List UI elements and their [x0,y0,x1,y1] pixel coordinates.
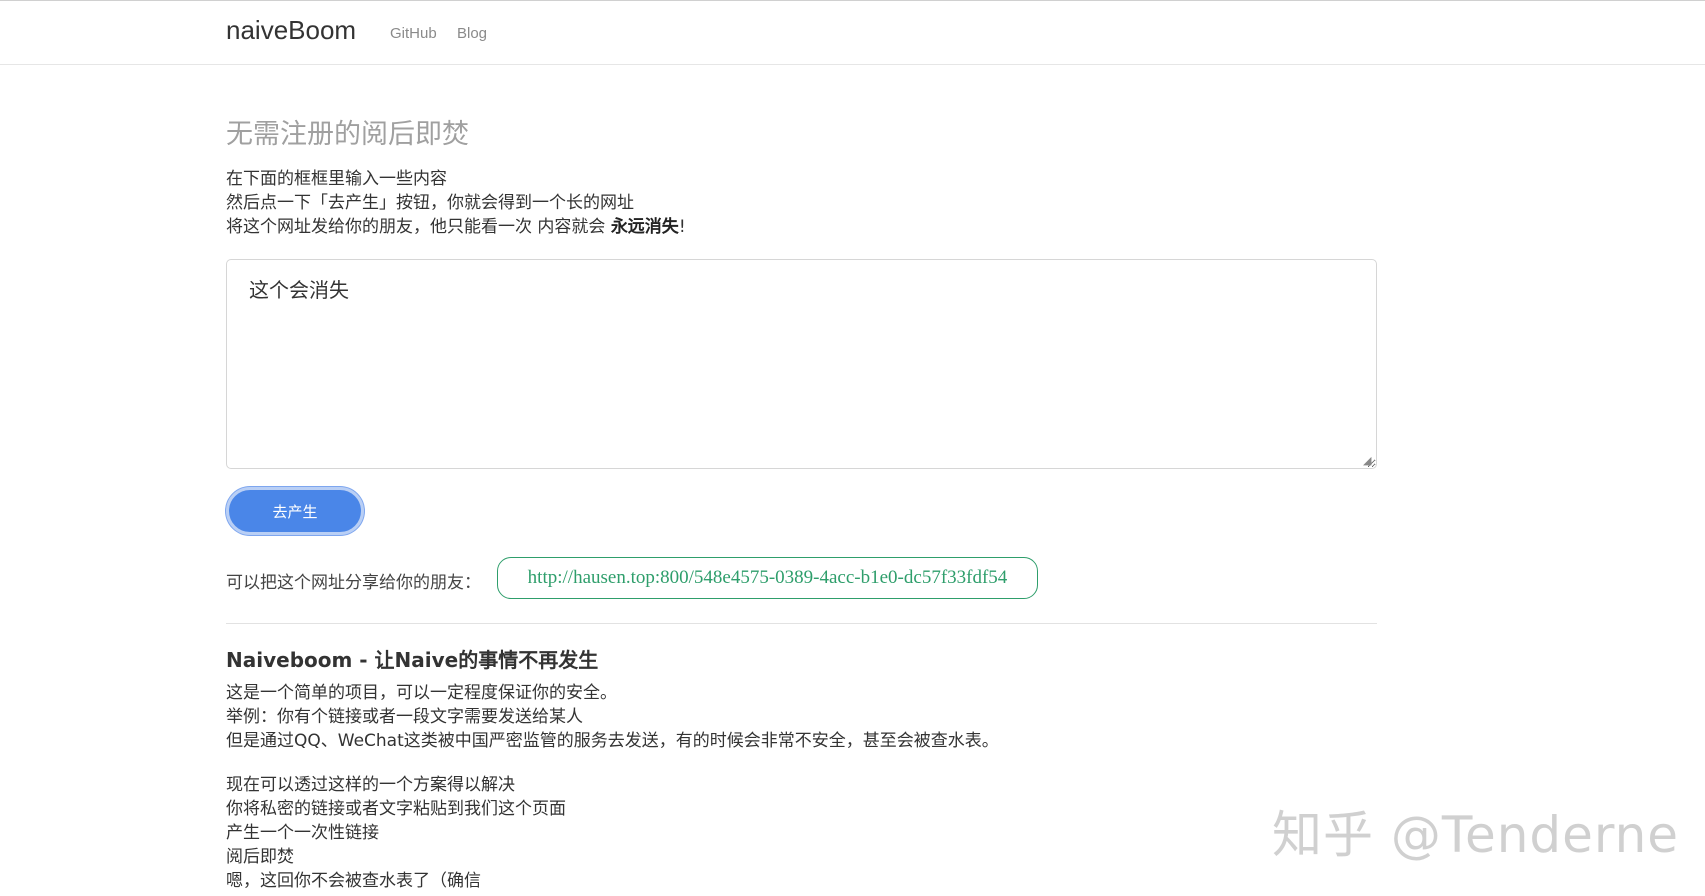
generate-button[interactable]: 去产生 [226,487,364,535]
zhihu-watermark: 知乎 @Tenderne [1272,806,1680,864]
about-line: 举例：你有个链接或者一段文字需要发送给某人 [226,707,583,727]
intro-line: 将这个网址发给你的朋友，他只能看一次 内容就会 永远消失! [226,215,686,239]
top-navbar: naiveBoom GitHub Blog [0,0,1705,65]
nav-link-github[interactable]: GitHub [390,25,437,42]
intro-line-suffix: ! [678,217,686,237]
brand-logo[interactable]: naiveBoom [226,15,356,46]
intro-line: 然后点一下「去产生」按钮，你就会得到一个长的网址 [226,193,634,213]
about-line: 产生一个一次性链接 [226,823,379,843]
section-divider [226,623,1377,624]
about-line: 你将私密的链接或者文字粘贴到我们这个页面 [226,799,566,819]
about-line: 嗯，这回你不会被查水表了（确信 [226,871,481,891]
nav-link-blog[interactable]: Blog [457,25,487,42]
about-line: 阅后即焚 [226,847,294,867]
about-line: 这是一个简单的项目，可以一定程度保证你的安全。 [226,683,617,703]
intro-text: 在下面的框框里输入一些内容 然后点一下「去产生」按钮，你就会得到一个长的网址 将… [226,167,686,239]
about-heading: Naiveboom - 让Naive的事情不再发生 [226,648,599,672]
intro-line-prefix: 将这个网址发给你的朋友，他只能看一次 内容就会 [226,217,611,237]
page-title: 无需注册的阅后即焚 [226,119,469,150]
about-line: 但是通过QQ、WeChat这类被中国严密监管的服务去发送，有的时候会非常不安全，… [226,731,999,751]
about-body: 这是一个简单的项目，可以一定程度保证你的安全。 举例：你有个链接或者一段文字需要… [226,681,999,893]
share-url-link[interactable]: http://hausen.top:800/548e4575-0389-4acc… [497,557,1038,599]
share-label: 可以把这个网址分享给你的朋友： [226,573,481,593]
about-line: 现在可以透过这样的一个方案得以解决 [226,775,515,795]
intro-emphasis: 永远消失 [610,217,679,237]
intro-line: 在下面的框框里输入一些内容 [226,169,447,189]
resize-handle-icon[interactable]: ◢ [1363,455,1375,467]
message-textarea[interactable] [226,259,1377,469]
